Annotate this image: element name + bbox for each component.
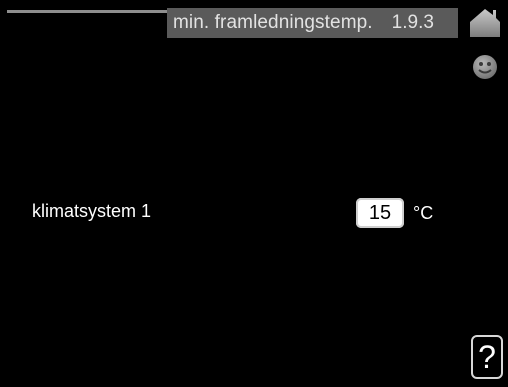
page-title: min. framledningstemp.: [173, 12, 373, 33]
climate-system-label: klimatsystem 1: [32, 201, 152, 221]
smiley-icon: [471, 53, 499, 81]
temperature-value-field[interactable]: 15: [356, 198, 404, 228]
title-bar: min. framledningstemp. 1.9.3: [167, 8, 458, 38]
title-divider-line: [7, 10, 167, 13]
help-icon: ?: [478, 339, 496, 375]
help-button[interactable]: ?: [471, 335, 503, 379]
menu-number: 1.9.3: [391, 12, 434, 33]
temperature-unit: °C: [413, 203, 434, 223]
house-icon[interactable]: [469, 6, 501, 38]
display-screen: min. framledningstemp. 1.9.3 klimatsyste…: [0, 0, 508, 387]
